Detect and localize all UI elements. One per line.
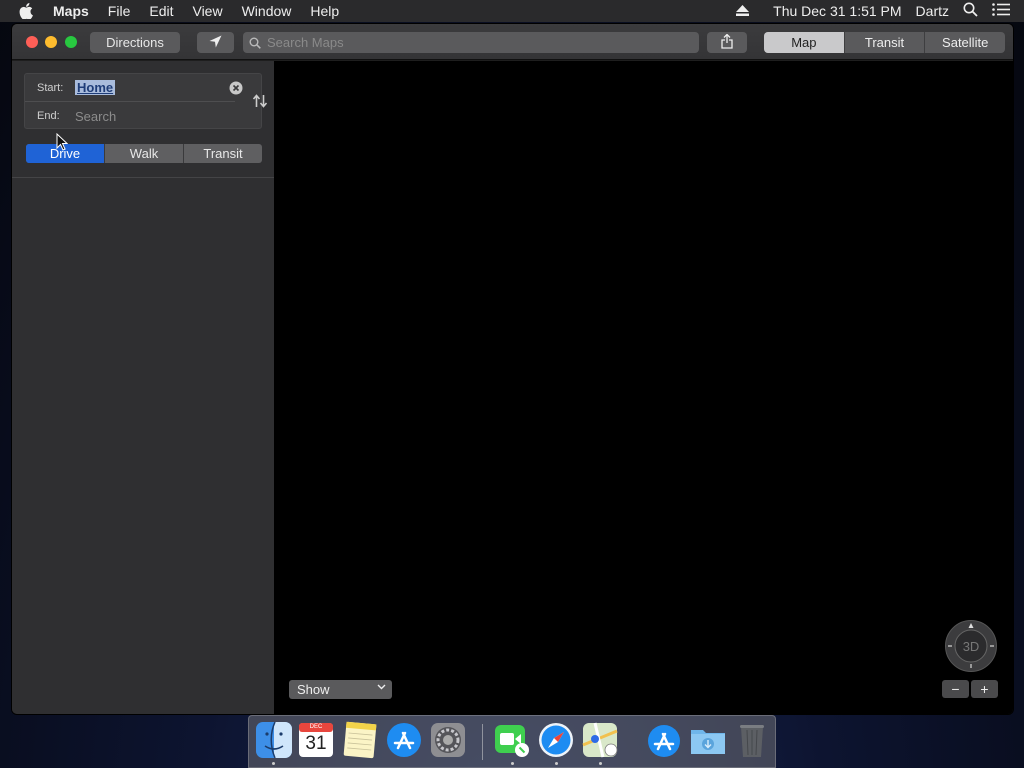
menu-bar: Maps File Edit View Window Help Thu Dec … <box>0 0 1024 22</box>
swap-route-icon[interactable] <box>252 93 268 109</box>
dock-separator <box>482 724 483 760</box>
search-field[interactable] <box>243 32 699 53</box>
chevron-down-icon <box>377 682 386 694</box>
start-label: Start: <box>37 81 64 94</box>
mouse-cursor-icon <box>56 132 69 151</box>
end-label: End: <box>37 110 60 122</box>
sidebar-divider <box>12 177 274 178</box>
maps-icon[interactable] <box>581 721 619 759</box>
tab-walk[interactable]: Walk <box>104 144 183 163</box>
zoom-controls: − + <box>942 680 998 698</box>
dock: DEC 31 <box>248 715 776 768</box>
start-row[interactable]: Start: Home <box>25 74 235 102</box>
menu-edit[interactable]: Edit <box>149 3 173 19</box>
menu-clock[interactable]: Thu Dec 31 1:51 PM <box>773 3 901 19</box>
minimize-window-button[interactable] <box>45 36 57 48</box>
directions-sidebar: Start: Home End: Search Drive Walk Trans… <box>12 61 274 714</box>
system-preferences-icon[interactable] <box>429 721 467 759</box>
toolbar: Directions Map Transit Satellite <box>12 24 1013 60</box>
map-mode-transit[interactable]: Transit <box>843 32 925 53</box>
compass-control[interactable]: 3D <box>945 620 997 672</box>
zoom-in-button[interactable]: + <box>971 680 998 698</box>
safari-running-dot <box>555 762 558 765</box>
maps-running-dot <box>599 762 602 765</box>
facetime-icon[interactable] <box>493 721 531 759</box>
spotlight-search-icon[interactable] <box>963 2 978 20</box>
app-store-icon[interactable] <box>385 721 423 759</box>
map-mode-map[interactable]: Map <box>764 32 844 53</box>
eject-icon[interactable] <box>736 3 750 19</box>
compass-3d-label: 3D <box>962 638 980 654</box>
search-input[interactable] <box>267 35 667 50</box>
menu-app-name[interactable]: Maps <box>53 3 89 19</box>
location-arrow-icon <box>209 35 222 51</box>
finder-running-dot <box>272 762 275 765</box>
menu-window[interactable]: Window <box>242 3 292 19</box>
calendar-day: 31 <box>305 733 327 754</box>
calendar-month: DEC <box>309 724 323 730</box>
apple-menu-icon[interactable] <box>19 3 37 19</box>
search-icon <box>249 36 263 50</box>
downloads-folder-icon[interactable] <box>689 721 727 759</box>
menu-file[interactable]: File <box>108 3 131 19</box>
safari-icon[interactable] <box>537 721 575 759</box>
zoom-out-button[interactable]: − <box>942 680 969 698</box>
share-button[interactable] <box>707 32 747 53</box>
tab-transit[interactable]: Transit <box>183 144 262 163</box>
show-dropdown[interactable]: Show <box>289 680 392 699</box>
start-field[interactable]: Home <box>75 80 116 95</box>
finder-icon[interactable] <box>255 721 293 759</box>
facetime-running-dot <box>511 762 514 765</box>
map-mode-selector: Map Transit Satellite <box>764 32 1005 53</box>
menu-view[interactable]: View <box>192 3 222 19</box>
notification-center-icon[interactable] <box>992 3 1010 19</box>
end-row[interactable]: End: Search <box>25 102 235 130</box>
share-icon <box>721 33 733 52</box>
menu-help[interactable]: Help <box>310 3 339 19</box>
maps-window: Directions Map Transit Satellite Sta <box>12 24 1013 714</box>
end-field[interactable]: Search <box>75 109 116 124</box>
map-mode-satellite[interactable]: Satellite <box>924 32 1005 53</box>
directions-button[interactable]: Directions <box>90 32 180 53</box>
map-canvas[interactable]: Show 3D − + <box>274 61 1013 714</box>
app-store-downloads-icon[interactable] <box>645 721 683 759</box>
notes-icon[interactable] <box>341 721 379 759</box>
current-location-button[interactable] <box>197 32 234 53</box>
close-window-button[interactable] <box>26 36 38 48</box>
route-fields: Start: Home End: Search <box>24 73 268 130</box>
trash-icon[interactable] <box>733 721 771 759</box>
fullscreen-window-button[interactable] <box>65 36 77 48</box>
menu-user[interactable]: Dartz <box>916 3 949 19</box>
calendar-icon[interactable]: DEC 31 <box>297 721 335 759</box>
show-dropdown-label: Show <box>297 682 330 697</box>
clear-start-icon[interactable] <box>229 81 243 95</box>
